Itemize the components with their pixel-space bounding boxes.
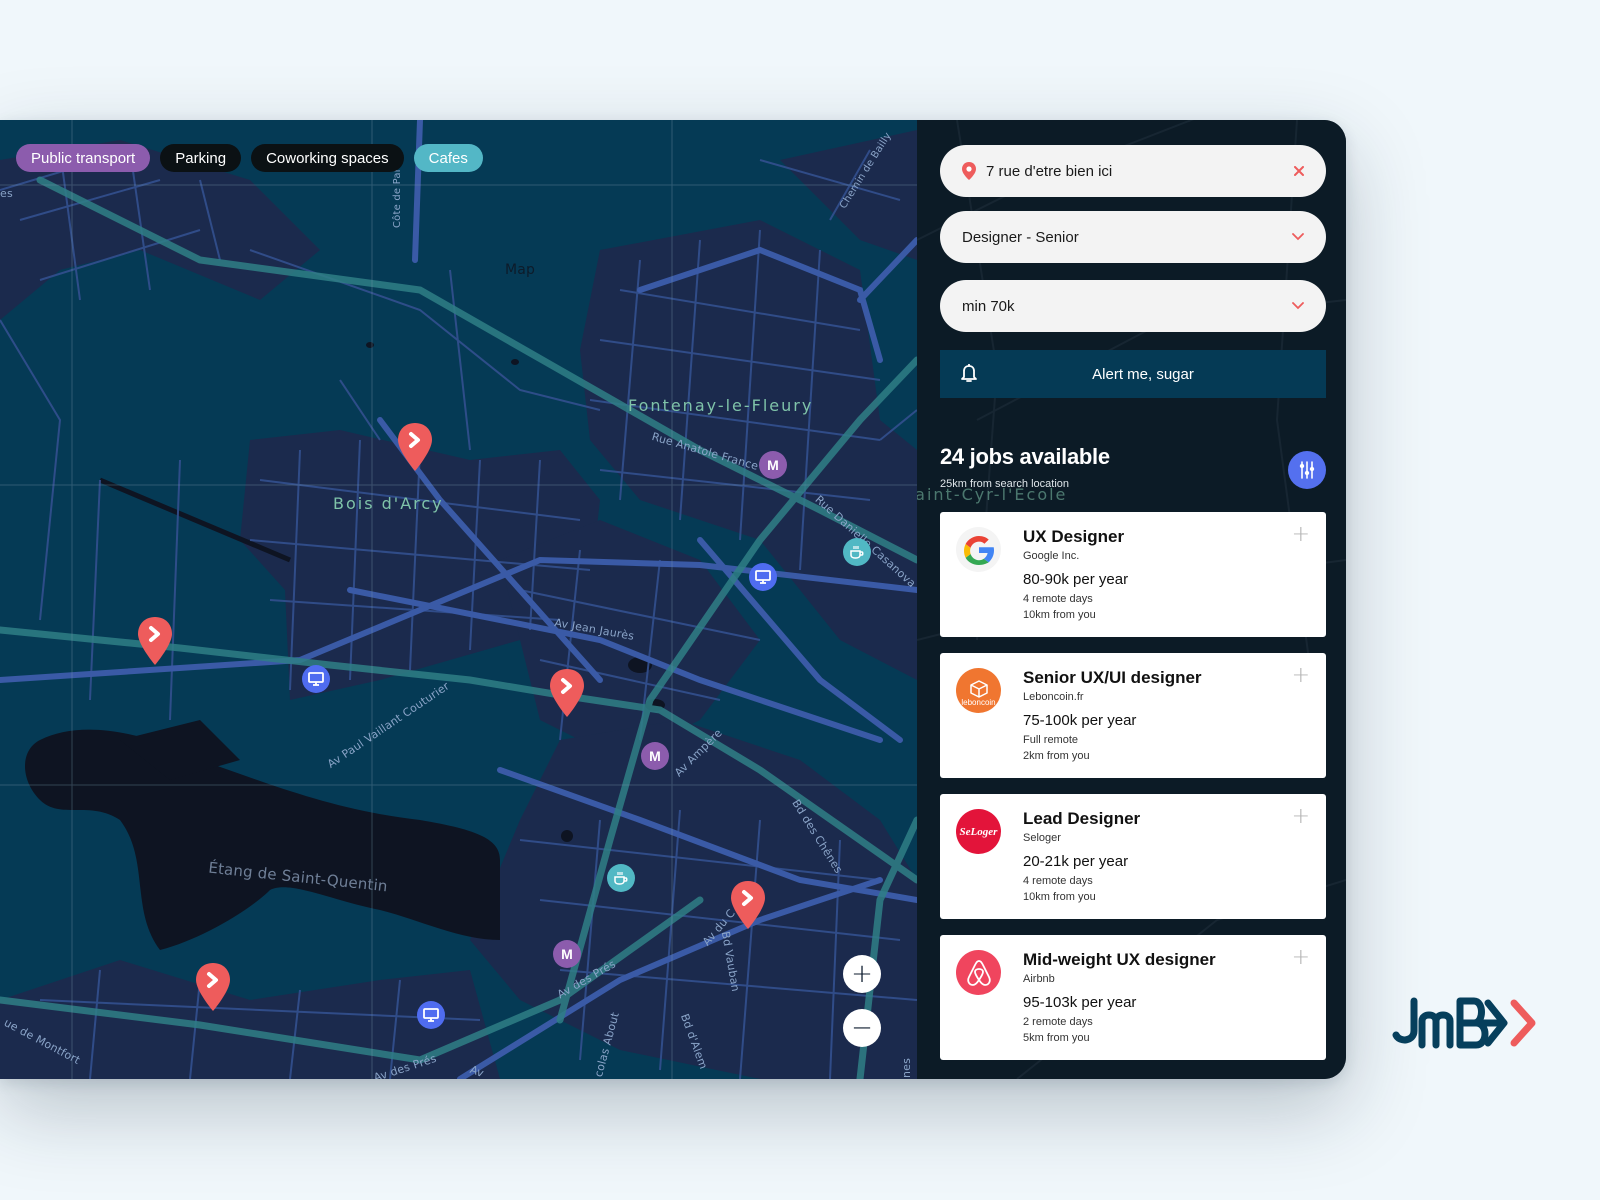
coffee-cup-icon bbox=[614, 872, 628, 885]
job-remote: 4 remote days bbox=[1023, 593, 1093, 605]
job-pin[interactable] bbox=[549, 668, 585, 718]
sliders-icon bbox=[1299, 461, 1315, 479]
coffee-cup-icon bbox=[850, 546, 864, 559]
add-job-icon[interactable]: + bbox=[1292, 945, 1310, 970]
job-remote: 4 remote days bbox=[1023, 875, 1093, 887]
chevron-down-icon bbox=[1292, 302, 1304, 310]
bell-icon bbox=[961, 364, 977, 382]
coworking-marker[interactable] bbox=[417, 1001, 445, 1029]
map-base bbox=[0, 120, 917, 1079]
airbnb-belo-icon bbox=[966, 959, 991, 986]
salary-value: min 70k bbox=[962, 297, 1015, 315]
chevron-down-icon bbox=[1292, 233, 1304, 241]
job-card[interactable]: SeLoger Lead Designer Seloger 20-21k per… bbox=[940, 794, 1326, 919]
monitor-icon bbox=[423, 1008, 439, 1022]
role-value: Designer - Senior bbox=[962, 228, 1079, 246]
job-pin[interactable] bbox=[730, 880, 766, 930]
job-title: Lead Designer bbox=[1023, 809, 1141, 828]
job-company: Google Inc. bbox=[1023, 550, 1080, 562]
chip-coworking-spaces[interactable]: Coworking spaces bbox=[251, 144, 404, 172]
place-label-fontenay: Fontenay-le-Fleury bbox=[628, 396, 814, 415]
cafe-marker[interactable] bbox=[607, 864, 635, 892]
job-salary: 95-103k per year bbox=[1023, 994, 1137, 1011]
salary-select[interactable]: min 70k bbox=[940, 280, 1326, 332]
location-value: 7 rue d'etre bien ici bbox=[986, 162, 1113, 180]
job-title: Mid-weight UX designer bbox=[1023, 950, 1216, 969]
metro-station-marker[interactable]: M bbox=[553, 940, 581, 968]
results-count-title: 24 jobs available bbox=[940, 444, 1110, 469]
job-search-sidebar: Saint-Cyr-l'École 7 rue d'etre bien ici … bbox=[917, 120, 1346, 1079]
job-pin[interactable] bbox=[397, 422, 433, 472]
location-pin-icon bbox=[962, 162, 976, 180]
zoom-in-button[interactable]: + bbox=[843, 955, 881, 993]
seloger-logo: SeLoger bbox=[956, 809, 1001, 854]
street-label: nes bbox=[900, 1057, 913, 1078]
filter-chips: Public transport Parking Coworking space… bbox=[16, 144, 483, 172]
cafe-marker[interactable] bbox=[843, 538, 871, 566]
alert-me-button[interactable]: Alert me, sugar bbox=[940, 350, 1326, 398]
google-g-icon bbox=[963, 535, 994, 565]
job-distance: 10km from you bbox=[1023, 891, 1096, 903]
job-title: UX Designer bbox=[1023, 527, 1125, 546]
filter-settings-button[interactable] bbox=[1288, 451, 1326, 489]
job-title: Senior UX/UI designer bbox=[1023, 668, 1202, 687]
job-distance: 2km from you bbox=[1023, 750, 1090, 762]
coworking-marker[interactable] bbox=[302, 665, 330, 693]
chip-cafes[interactable]: Cafes bbox=[413, 144, 483, 172]
map-title-label: Map bbox=[505, 262, 536, 278]
metro-station-marker[interactable]: M bbox=[641, 742, 669, 770]
leboncoin-logo: leboncoin bbox=[956, 668, 1001, 713]
clear-icon[interactable] bbox=[1294, 166, 1304, 176]
job-company: Airbnb bbox=[1023, 973, 1055, 985]
location-input[interactable]: 7 rue d'etre bien ici bbox=[940, 145, 1326, 197]
place-label-bois-darcy: Bois d'Arcy bbox=[333, 494, 444, 513]
add-job-icon[interactable]: + bbox=[1292, 804, 1310, 829]
job-remote: 2 remote days bbox=[1023, 1016, 1093, 1028]
job-distance: 5km from you bbox=[1023, 1032, 1090, 1044]
jmb-brand-logo bbox=[1392, 997, 1536, 1049]
chip-public-transport[interactable]: Public transport bbox=[16, 144, 151, 172]
job-company: Seloger bbox=[1023, 832, 1061, 844]
role-select[interactable]: Designer - Senior bbox=[940, 211, 1326, 263]
monitor-icon bbox=[755, 570, 771, 584]
job-pin[interactable] bbox=[137, 616, 173, 666]
job-map-app: Public transport Parking Coworking space… bbox=[0, 120, 1346, 1079]
job-remote: Full remote bbox=[1023, 734, 1079, 746]
box-icon bbox=[969, 679, 988, 698]
job-distance: 10km from you bbox=[1023, 609, 1096, 621]
job-salary: 75-100k per year bbox=[1023, 712, 1137, 729]
job-pin[interactable] bbox=[195, 962, 231, 1012]
airbnb-logo bbox=[956, 950, 1001, 995]
alert-me-label: Alert me, sugar bbox=[1092, 365, 1194, 383]
leboncoin-logo-text: leboncoin bbox=[961, 697, 996, 707]
job-card[interactable]: UX Designer Google Inc. 80-90k per year … bbox=[940, 512, 1326, 637]
google-logo bbox=[956, 527, 1001, 572]
zoom-out-button[interactable]: − bbox=[843, 1009, 881, 1047]
job-card[interactable]: Mid-weight UX designer Airbnb 95-103k pe… bbox=[940, 935, 1326, 1060]
add-job-icon[interactable]: + bbox=[1292, 522, 1310, 547]
metro-station-marker[interactable]: M bbox=[759, 451, 787, 479]
job-card[interactable]: leboncoin Senior UX/UI designer Leboncoi… bbox=[940, 653, 1326, 778]
chip-parking[interactable]: Parking bbox=[160, 144, 242, 172]
map-view[interactable]: Public transport Parking Coworking space… bbox=[0, 120, 917, 1079]
add-job-icon[interactable]: + bbox=[1292, 663, 1310, 688]
job-salary: 20-21k per year bbox=[1023, 853, 1129, 870]
job-salary: 80-90k per year bbox=[1023, 571, 1129, 588]
monitor-icon bbox=[308, 672, 324, 686]
street-label: es bbox=[0, 187, 13, 200]
seloger-logo-text: SeLoger bbox=[959, 825, 998, 838]
job-company: Leboncoin.fr bbox=[1023, 691, 1084, 703]
coworking-marker[interactable] bbox=[749, 563, 777, 591]
results-subtitle: 25km from search location bbox=[940, 478, 1069, 490]
